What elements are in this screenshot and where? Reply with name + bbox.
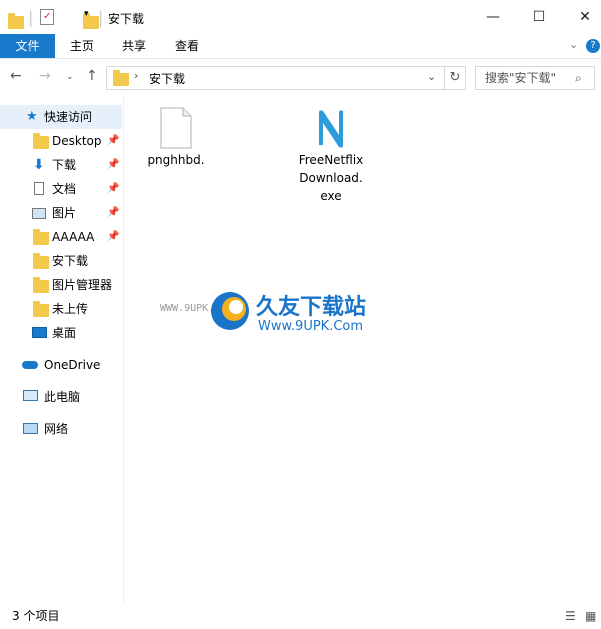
sidebar-item-label: 图片管理器 bbox=[52, 278, 113, 292]
file-name-line: FreeNetflix bbox=[298, 153, 364, 167]
pin-icon: 📌 bbox=[107, 183, 120, 194]
details-view-icon[interactable]: ☰ bbox=[565, 606, 576, 626]
pin-icon: 📌 bbox=[107, 231, 120, 242]
sidebar-item-label: AAAAA bbox=[52, 230, 95, 244]
folder-icon bbox=[8, 13, 24, 29]
file-name-line: exe bbox=[320, 189, 342, 203]
address-dropdown-icon[interactable]: ⌄ bbox=[427, 70, 436, 83]
sidebar-item-label: 此电脑 bbox=[44, 390, 81, 404]
app-n-icon bbox=[313, 107, 349, 149]
sidebar-item-label: 网络 bbox=[44, 422, 69, 436]
customize-quick-access-icon[interactable]: ▾ bbox=[84, 9, 89, 27]
navigation-pane: ★ 快速访问 Desktop 📌 ⬇ 下载 📌 文档 📌 图片 📌 AAAAA … bbox=[0, 95, 124, 605]
back-icon[interactable]: ← bbox=[10, 68, 22, 84]
file-list: pnghhbd. FreeNetflix Download. exe bbox=[124, 95, 601, 605]
file-name-line: Download. bbox=[299, 171, 363, 185]
address-bar[interactable]: › 安下载 ⌄ bbox=[106, 66, 445, 90]
star-icon: ★ bbox=[26, 109, 38, 124]
tab-share[interactable]: 共享 bbox=[114, 34, 154, 58]
maximize-button[interactable]: ☐ bbox=[516, 0, 562, 34]
separator: | bbox=[98, 8, 104, 27]
large-icons-view-icon[interactable]: ▦ bbox=[585, 606, 596, 626]
sidebar-item-desktop[interactable]: Desktop 📌 bbox=[0, 129, 122, 153]
cloud-icon bbox=[22, 361, 38, 369]
item-count: 3 个项目 bbox=[12, 609, 60, 623]
computer-icon bbox=[23, 390, 38, 401]
file-item[interactable]: FreeNetflix Download. exe bbox=[286, 107, 376, 205]
folder-icon bbox=[33, 253, 49, 269]
sidebar-item-label: 未上传 bbox=[52, 302, 89, 316]
expand-ribbon-icon[interactable]: ⌄ bbox=[569, 38, 578, 51]
close-button[interactable]: ✕ bbox=[562, 0, 601, 34]
sidebar-item-this-pc[interactable]: 此电脑 bbox=[0, 385, 122, 409]
blank-file-icon bbox=[160, 107, 192, 149]
recent-locations-icon[interactable]: ⌄ bbox=[66, 72, 74, 82]
desktop-icon bbox=[32, 327, 47, 338]
up-icon[interactable]: ↑ bbox=[86, 68, 98, 84]
sidebar-item-label: OneDrive bbox=[44, 358, 101, 372]
pin-icon: 📌 bbox=[107, 159, 120, 170]
separator: | bbox=[28, 8, 34, 27]
help-icon[interactable]: ? bbox=[586, 39, 600, 53]
folder-icon bbox=[33, 133, 49, 149]
sidebar-item-label: Desktop bbox=[52, 134, 102, 148]
sidebar-item-label: 桌面 bbox=[52, 326, 77, 340]
file-item[interactable]: pnghhbd. bbox=[131, 107, 221, 169]
folder-icon bbox=[113, 70, 129, 86]
properties-icon[interactable]: ✓ bbox=[40, 9, 54, 25]
sidebar-item-pictures[interactable]: 图片 📌 bbox=[0, 201, 122, 225]
path-segment[interactable]: 安下载 bbox=[149, 70, 185, 87]
document-icon bbox=[34, 182, 44, 195]
forward-icon[interactable]: → bbox=[39, 68, 51, 84]
sidebar-item-image-manager[interactable]: 图片管理器 bbox=[0, 273, 122, 297]
search-icon: ⌕ bbox=[575, 71, 582, 85]
sidebar-item-downloads[interactable]: ⬇ 下载 📌 bbox=[0, 153, 122, 177]
sidebar-item-not-uploaded[interactable]: 未上传 bbox=[0, 297, 122, 321]
network-icon bbox=[23, 423, 38, 434]
title-bar: | ✓ ▾ | 安下载 — ☐ ✕ bbox=[0, 0, 601, 34]
ribbon: 文件 主页 共享 查看 ⌄ ? bbox=[0, 34, 601, 59]
sidebar-item-label: 安下载 bbox=[52, 254, 89, 268]
tab-file[interactable]: 文件 bbox=[0, 34, 55, 58]
sidebar-item-label: 图片 bbox=[52, 206, 77, 220]
sidebar-item-anxiazai[interactable]: 安下载 bbox=[0, 249, 122, 273]
pin-icon: 📌 bbox=[107, 207, 120, 218]
folder-icon bbox=[33, 277, 49, 293]
pin-icon: 📌 bbox=[107, 135, 120, 146]
path-chevron-icon[interactable]: › bbox=[134, 69, 138, 82]
search-placeholder: 搜索"安下载" bbox=[485, 71, 557, 85]
refresh-icon[interactable]: ↻ bbox=[444, 66, 466, 90]
folder-icon bbox=[33, 301, 49, 317]
minimize-button[interactable]: — bbox=[470, 0, 516, 34]
status-bar: 3 个项目 ☰ ▦ bbox=[0, 605, 601, 629]
sidebar-item-network[interactable]: 网络 bbox=[0, 417, 122, 441]
sidebar-item-aaaaa[interactable]: AAAAA 📌 bbox=[0, 225, 122, 249]
file-name: pnghhbd. bbox=[147, 153, 205, 167]
address-row: ← → ⌄ ↑ › 安下载 ⌄ ↻ 搜索"安下载" ⌕ bbox=[0, 59, 601, 95]
sidebar-item-quick-access[interactable]: ★ 快速访问 bbox=[0, 105, 122, 129]
tab-home[interactable]: 主页 bbox=[62, 34, 102, 58]
sidebar-item-label: 下载 bbox=[52, 158, 77, 172]
window-title: 安下载 bbox=[108, 12, 145, 26]
sidebar-item-desktop-cn[interactable]: 桌面 bbox=[0, 321, 122, 345]
folder-icon bbox=[33, 229, 49, 245]
sidebar-item-documents[interactable]: 文档 📌 bbox=[0, 177, 122, 201]
search-input[interactable]: 搜索"安下载" ⌕ bbox=[475, 66, 595, 90]
tab-view[interactable]: 查看 bbox=[167, 34, 207, 58]
picture-icon bbox=[32, 208, 46, 219]
sidebar-item-label: 快速访问 bbox=[44, 110, 93, 124]
sidebar-item-onedrive[interactable]: OneDrive bbox=[0, 353, 122, 377]
sidebar-item-label: 文档 bbox=[52, 182, 77, 196]
download-arrow-icon: ⬇ bbox=[33, 157, 45, 173]
